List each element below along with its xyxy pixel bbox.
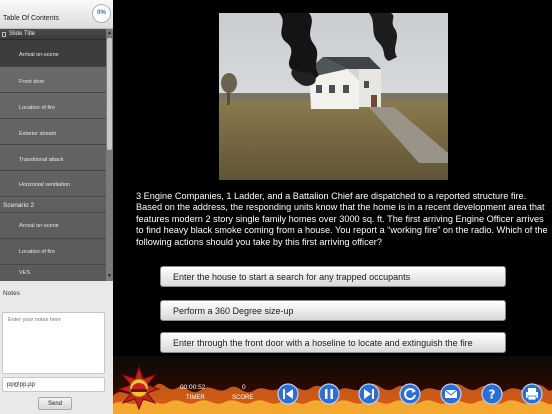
toc-item-arrival-on-scene[interactable]: Arrival on-scene <box>0 40 106 67</box>
replay-icon[interactable] <box>399 383 421 405</box>
sidebar: Table Of Contents 0% Slide Title Arrival… <box>0 0 113 414</box>
toc-item-label: Location of fire <box>19 249 56 255</box>
next-icon[interactable] <box>358 383 380 405</box>
progress-indicator: 0% <box>92 4 111 23</box>
toc-item-label: Horizontal ventilation <box>19 182 71 188</box>
answer-option-1[interactable]: Enter the house to start a search for an… <box>160 266 506 287</box>
toc-item-label: VES <box>19 270 31 276</box>
print-icon[interactable] <box>521 383 543 405</box>
app-window: Table Of Contents 0% Slide Title Arrival… <box>0 0 552 414</box>
svg-text:?: ? <box>489 388 496 402</box>
toc-section-scenario-2[interactable]: Scenario 2 <box>0 197 106 213</box>
toc-item-transitional-attack[interactable]: Transitional attack <box>0 145 106 171</box>
email-icon[interactable] <box>440 383 462 405</box>
score-value: 0 <box>242 384 246 391</box>
toc-item-front-door[interactable]: Front door <box>0 67 106 93</box>
toc-section-label: Scenario 2 <box>3 202 35 209</box>
toc-title: Table Of Contents <box>3 15 60 22</box>
send-button[interactable]: Send <box>38 397 72 410</box>
answer-option-3[interactable]: Enter through the front door with a hose… <box>160 332 506 353</box>
scenario-photo <box>219 13 448 180</box>
toc-item-label: Slide Title <box>9 31 36 37</box>
checkbox-icon <box>2 32 6 37</box>
scroll-up-icon[interactable]: ▲ <box>107 30 112 36</box>
notes-textarea[interactable] <box>2 312 105 374</box>
toc-item-label: Arrival on-scene <box>19 52 59 58</box>
email-field[interactable] <box>2 377 105 392</box>
toc-item-label: Transitional attack <box>19 157 64 163</box>
help-icon[interactable]: ? <box>481 383 503 405</box>
toc-item-ves[interactable]: VES <box>0 265 106 281</box>
timer-value: 00:00:52 <box>180 384 206 391</box>
notes-label: Notes <box>3 290 20 297</box>
toc-item-horizontal-ventilation[interactable]: Horizontal ventilation <box>0 171 106 197</box>
timer-label: TIMER <box>186 395 205 401</box>
toc-item-slide-title[interactable]: Slide Title <box>0 29 106 40</box>
score-label: SCORE <box>232 395 254 401</box>
toc-item-location-of-fire[interactable]: Location of fire <box>0 93 106 119</box>
toc-list: Slide Title Arrival on-scene Front door … <box>0 29 113 281</box>
previous-icon[interactable] <box>277 383 299 405</box>
toc-scrollbar-thumb[interactable] <box>107 38 112 150</box>
toc-item-label: Front door <box>19 79 45 85</box>
toc-item-label: Exterior stream <box>19 131 57 137</box>
fire-department-logo <box>117 365 161 411</box>
toc-item-location-of-fire-2[interactable]: Location of fire <box>0 239 106 265</box>
question-text: 3 Engine Companies, 1 Ladder, and a Batt… <box>136 191 548 247</box>
toc-item-arrival-on-scene-2[interactable]: Arrival on-scene <box>0 213 106 239</box>
toc-item-label: Arrival on-scene <box>19 223 59 229</box>
toc-item-exterior-stream[interactable]: Exterior stream <box>0 119 106 145</box>
toc-header: Table Of Contents 0% <box>0 0 113 29</box>
answer-option-2[interactable]: Perform a 360 Degree size-up <box>160 300 506 321</box>
house-fire-image <box>219 13 448 180</box>
pause-icon[interactable] <box>318 383 340 405</box>
toc-item-label: Location of fire <box>19 105 56 111</box>
scroll-down-icon[interactable]: ▼ <box>107 273 112 279</box>
